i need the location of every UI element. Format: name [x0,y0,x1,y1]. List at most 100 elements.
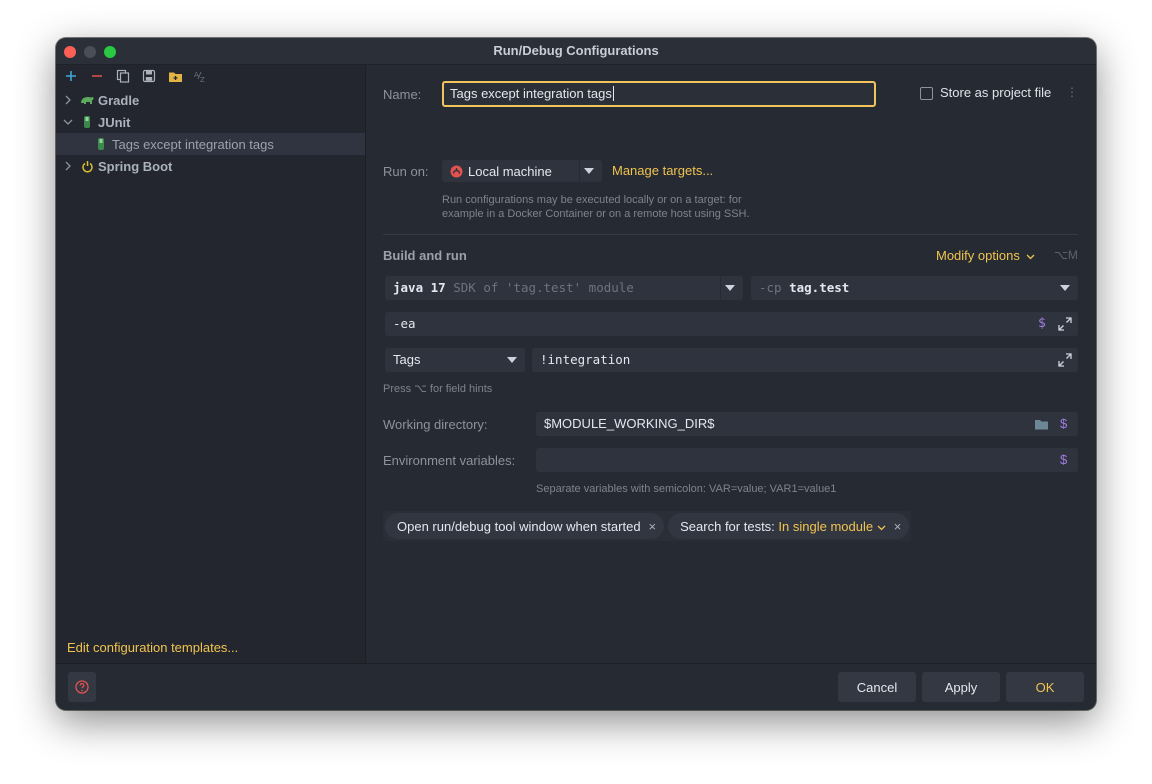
expand-icon[interactable] [1058,353,1072,367]
test-kind-value: Tags [393,352,421,367]
run-on-value: Local machine [468,163,552,179]
chevron-down-icon[interactable] [720,276,739,300]
chip-value[interactable]: In single module [778,519,873,534]
workdir-label: Working directory: [383,417,488,432]
tree-item-gradle[interactable]: Gradle [56,89,365,111]
minimize-window-button[interactable] [84,46,96,58]
tree-item-junit[interactable]: JUnit [56,111,365,133]
chevron-down-icon[interactable] [877,525,886,531]
help-button[interactable] [68,672,96,702]
maximize-window-button[interactable] [104,46,116,58]
name-input[interactable]: Tags except integration tags [442,81,876,107]
tree-item-label: JUnit [98,114,131,130]
chip-open-tool-window[interactable]: Open run/debug tool window when started … [385,513,665,539]
local-machine-icon [450,165,463,178]
run-on-dropdown[interactable]: Local machine [442,160,602,182]
chevron-down-icon[interactable] [1056,276,1074,300]
window-title: Run/Debug Configurations [493,43,659,58]
junit-config-icon [94,136,108,152]
modify-options-label: Modify options [936,248,1020,263]
name-value: Tags except integration tags [450,86,612,101]
chevron-down-icon[interactable] [579,160,598,182]
close-icon[interactable]: × [649,519,657,534]
env-hint: Separate variables with semicolon: VAR=v… [536,483,837,495]
add-config-button[interactable] [62,67,80,85]
tags-value: !integration [540,352,631,367]
cancel-button[interactable]: Cancel [838,672,916,702]
folder-add-icon [168,72,182,82]
copy-icon [116,69,130,83]
chevron-down-icon[interactable] [503,348,521,372]
jdk-dropdown[interactable]: java 17 SDK of 'tag.test' module [385,276,743,300]
manage-targets-link[interactable]: Manage targets... [612,163,713,178]
ok-button[interactable]: OK [1006,672,1084,702]
chevron-right-icon[interactable] [62,161,74,171]
vm-options-value: -ea [393,316,416,331]
env-input[interactable]: $ [536,448,1078,472]
run-on-hint-line-1: Run configurations may be executed local… [442,194,742,206]
remove-config-button[interactable] [88,67,106,85]
tree-item-label: Tags except integration tags [112,136,274,152]
title-bar: Run/Debug Configurations [56,38,1096,65]
divider [383,234,1078,235]
apply-button[interactable]: Apply [922,672,1000,702]
classpath-text: -cp tag.test [759,276,849,300]
sort-button[interactable]: AZ [192,67,210,85]
build-and-run-heading: Build and run [383,248,467,263]
new-folder-button[interactable] [166,67,184,85]
tags-input[interactable]: !integration [532,348,1078,372]
chevron-right-icon[interactable] [62,95,74,105]
insert-macro-icon[interactable]: $ [1060,452,1067,467]
save-config-button[interactable] [140,67,158,85]
junit-test-icon [80,114,94,130]
chevron-down-icon [1026,254,1035,260]
chip-label: Open run/debug tool window when started [397,518,641,534]
save-icon [142,69,156,83]
name-label: Name: [383,87,422,102]
run-on-label: Run on: [383,164,429,179]
folder-icon[interactable] [1034,418,1049,430]
sort-alpha-icon: AZ [194,71,205,83]
store-as-project-label: Store as project file [940,85,1052,100]
vm-options-input[interactable]: -ea $ [385,312,1078,336]
close-window-button[interactable] [64,46,76,58]
insert-macro-icon[interactable]: $ [1060,416,1067,431]
tree-item-spring-boot[interactable]: Spring Boot [56,155,365,177]
more-options-icon[interactable]: ⋮ [1066,85,1078,99]
chip-label: Search for tests: In single module [680,519,886,534]
expand-icon[interactable] [1058,317,1072,331]
classpath-dropdown[interactable]: -cp tag.test [751,276,1078,300]
sidebar-toolbar: AZ [56,65,365,87]
insert-macro-icon[interactable]: $ [1038,316,1046,331]
chevron-down-icon[interactable] [62,118,74,126]
tree-item-label: Gradle [98,92,140,108]
edit-templates-link[interactable]: Edit configuration templates... [67,640,238,655]
close-icon[interactable]: × [894,519,902,534]
field-hints-tip: Press ⌥ for field hints [383,383,493,395]
modify-options-shortcut: ⌥M [1054,248,1078,262]
config-tree: Gradle JUnit Tags except integration tag… [56,89,365,177]
workdir-input[interactable]: $MODULE_WORKING_DIR$ $ [536,412,1078,436]
config-sidebar: AZ Gradle JUnit Tags except integration … [56,65,366,663]
text-cursor [612,86,614,101]
cp-module: tag.test [789,280,850,295]
store-as-project-checkbox[interactable] [920,87,933,100]
chip-search-for-tests[interactable]: Search for tests: In single module × [668,513,910,539]
dialog-footer: Cancel Apply OK [56,663,1096,710]
gradle-elephant-icon [80,92,94,108]
jdk-description: SDK of 'tag.test' module [453,280,634,295]
test-kind-dropdown[interactable]: Tags [385,348,525,372]
jdk-text: java 17 SDK of 'tag.test' module [393,276,634,300]
copy-config-button[interactable] [114,67,132,85]
tree-item-label: Spring Boot [98,158,173,174]
spring-power-icon [80,158,94,174]
jdk-version: java 17 [393,280,446,295]
modify-options-button[interactable]: Modify options [936,248,1035,263]
chip-prefix: Search for tests: [680,518,775,534]
options-chips: Open run/debug tool window when started … [383,511,912,541]
workdir-value: $MODULE_WORKING_DIR$ [544,416,715,431]
cp-flag: -cp [759,280,782,295]
tree-item-tags-config[interactable]: Tags except integration tags [56,133,365,155]
run-debug-dialog: Run/Debug Configurations AZ Gradle JUnit… [56,38,1096,710]
run-on-hint-line-2: example in a Docker Container or on a re… [442,208,750,220]
